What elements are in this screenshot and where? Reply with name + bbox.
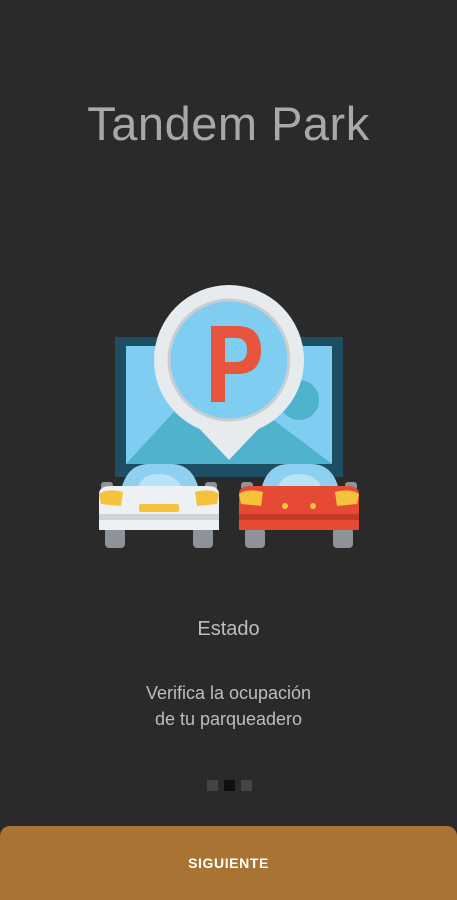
next-button[interactable]: SIGUIENTE bbox=[0, 826, 457, 900]
page-dot-3[interactable] bbox=[241, 780, 252, 791]
slide-description: Verifica la ocupación de tu parqueadero bbox=[145, 683, 312, 729]
page-dot-1[interactable] bbox=[207, 780, 218, 791]
app-title: Tandem Park bbox=[87, 97, 370, 150]
page-indicator bbox=[207, 780, 252, 791]
slide-heading: Estado bbox=[197, 618, 260, 640]
parking-lot-illustration bbox=[93, 282, 365, 554]
page-dot-2-active[interactable] bbox=[224, 780, 235, 791]
